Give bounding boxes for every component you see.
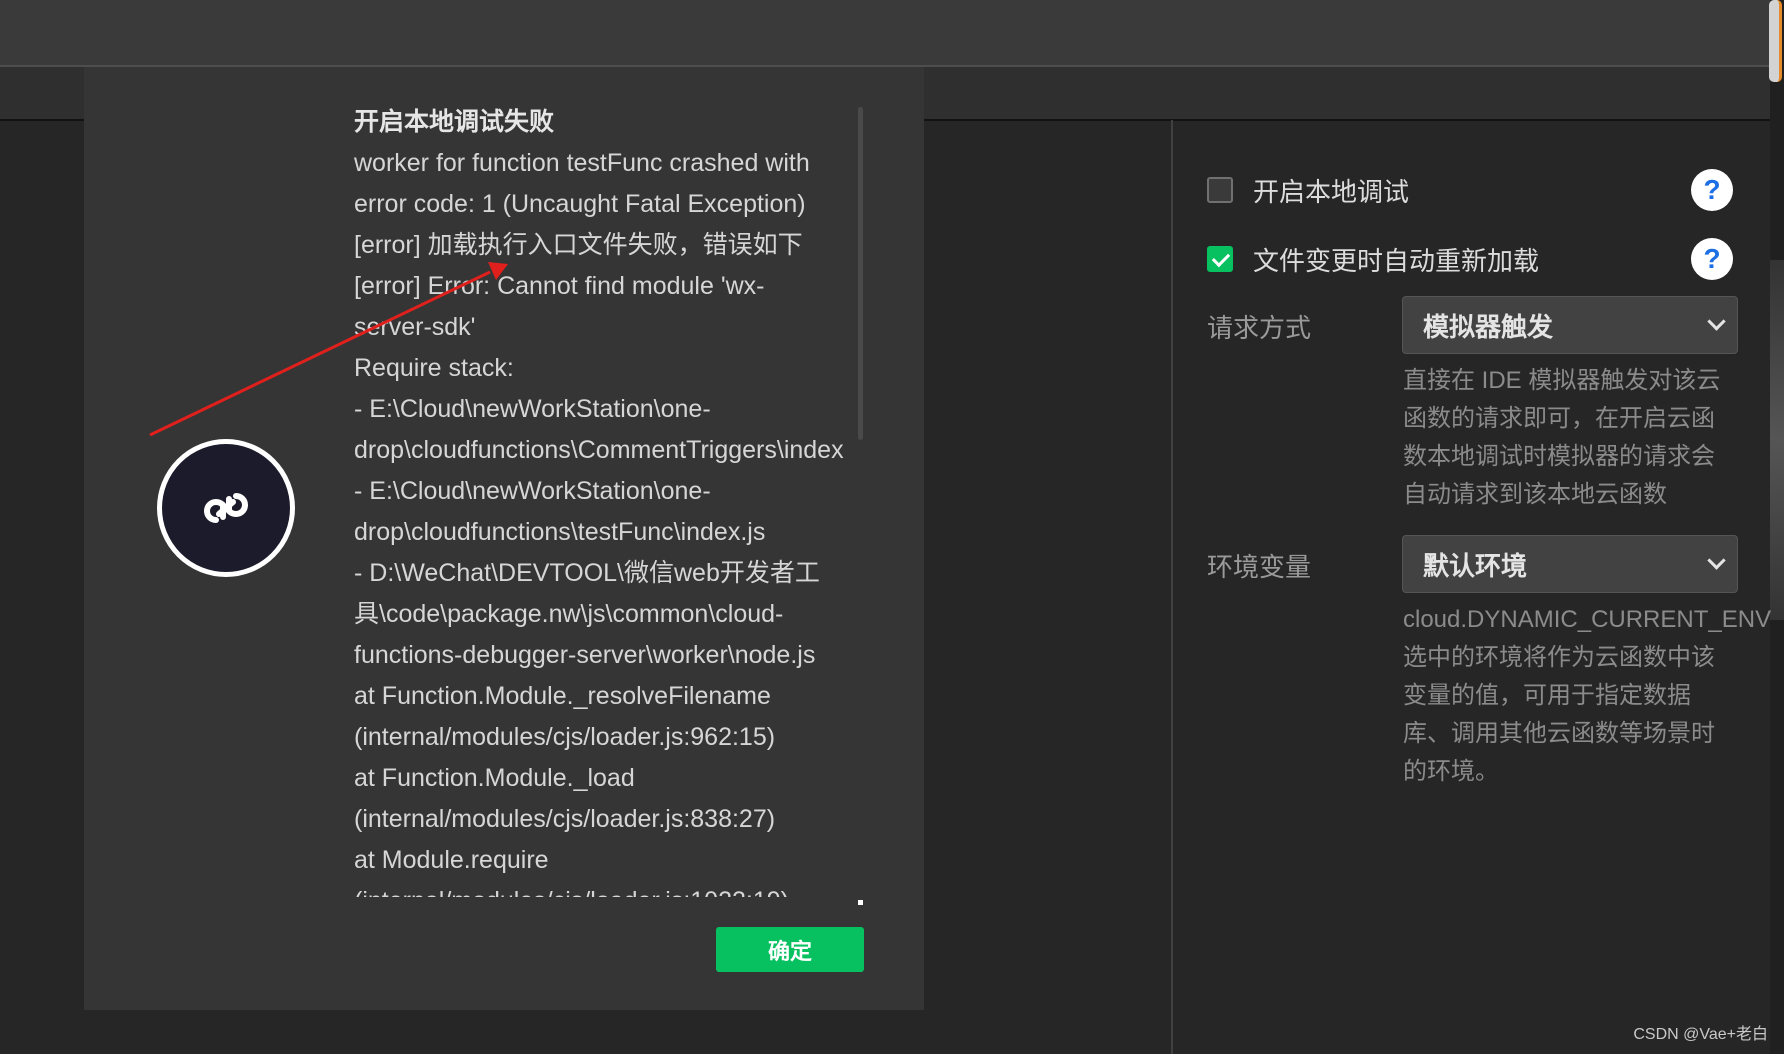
error-line: Require stack:: [354, 354, 514, 382]
request-method-description: 直接在 IDE 模拟器触发对该云 函数的请求即可，在开启云函 数本地调试时模拟器…: [1403, 367, 1721, 508]
error-line: error code: 1 (Uncaught Fatal Exception): [354, 190, 806, 218]
local-debug-label: 开启本地调试: [1253, 176, 1410, 207]
error-line: functions-debugger-server\worker\node.js: [354, 641, 816, 669]
env-variable-description: cloud.DYNAMIC_CURRENT_ENV 选中的环境将作为云函数中该 …: [1403, 606, 1772, 785]
window-scrollbar-thumb[interactable]: [1769, 0, 1782, 82]
request-method-select[interactable]: 模拟器触发: [1402, 296, 1738, 354]
local-debug-option[interactable]: 开启本地调试: [1207, 170, 1409, 210]
error-line: - D:\WeChat\DEVTOOL\微信web开发者工: [354, 559, 820, 587]
error-message-area[interactable]: 开启本地调试失败 worker for function testFunc cr…: [354, 102, 864, 897]
env-variable-value: 默认环境: [1423, 550, 1528, 581]
chevron-down-icon: [1707, 312, 1726, 331]
error-line: 具\code\package.nw\js\common\cloud-: [354, 600, 784, 628]
csdn-watermark: CSDN @Vae+老白: [1633, 1026, 1768, 1043]
error-line: (internal/modules/cjs/loader.js:962:15): [354, 723, 776, 751]
error-line: (internal/modules/cjs/loader.js:1022:19): [354, 881, 864, 897]
error-line: server-sdk': [354, 313, 476, 341]
confirm-button[interactable]: 确定: [716, 927, 864, 972]
mini-program-logo-icon: [157, 439, 295, 577]
message-scrollbar[interactable]: [858, 107, 863, 440]
error-line: [error] Error: Cannot find module 'wx-: [354, 272, 765, 300]
error-line: (internal/modules/cjs/loader.js:838:27): [354, 805, 776, 833]
error-line: at Module.require: [354, 846, 549, 874]
request-method-label: 请求方式: [1207, 313, 1312, 343]
top-toolbar: [0, 0, 1770, 67]
local-debug-checkbox[interactable]: [1207, 177, 1233, 203]
auto-reload-label: 文件变更时自动重新加载: [1253, 245, 1540, 276]
error-line: drop\cloudfunctions\CommentTriggers\inde…: [354, 436, 844, 464]
link-icon: [203, 493, 249, 523]
local-debug-error-dialog: 开启本地调试失败 worker for function testFunc cr…: [84, 67, 924, 1010]
chevron-down-icon: [1707, 551, 1726, 570]
error-details: worker for function testFunc crashed wit…: [354, 143, 864, 897]
request-method-value: 模拟器触发: [1423, 311, 1554, 342]
auto-reload-help-icon[interactable]: ?: [1691, 238, 1733, 280]
error-line: worker for function testFunc crashed wit…: [354, 149, 810, 177]
error-line: - E:\Cloud\newWorkStation\one-: [354, 477, 711, 505]
env-variable-select[interactable]: 默认环境: [1402, 535, 1738, 593]
env-variable-label: 环境变量: [1207, 552, 1312, 582]
cloud-function-settings-panel: 开启本地调试 ? 文件变更时自动重新加载 ? 请求方式 模拟器触发 直接在 ID…: [1173, 120, 1772, 1054]
auto-reload-checkbox[interactable]: [1207, 246, 1233, 272]
error-line: at Function.Module._resolveFilename: [354, 682, 771, 710]
right-edge-strip: [1770, 260, 1784, 620]
local-debug-help-icon[interactable]: ?: [1691, 169, 1733, 211]
auto-reload-option[interactable]: 文件变更时自动重新加载: [1207, 239, 1539, 279]
error-title: 开启本地调试失败: [354, 108, 555, 136]
error-line: at Function.Module._load: [354, 764, 635, 792]
error-line: drop\cloudfunctions\testFunc\index.js: [354, 518, 766, 546]
error-line: - E:\Cloud\newWorkStation\one-: [354, 395, 711, 423]
message-scroll-indicator: [858, 900, 863, 905]
error-line: [error] 加载执行入口文件失败，错误如下: [354, 231, 803, 259]
